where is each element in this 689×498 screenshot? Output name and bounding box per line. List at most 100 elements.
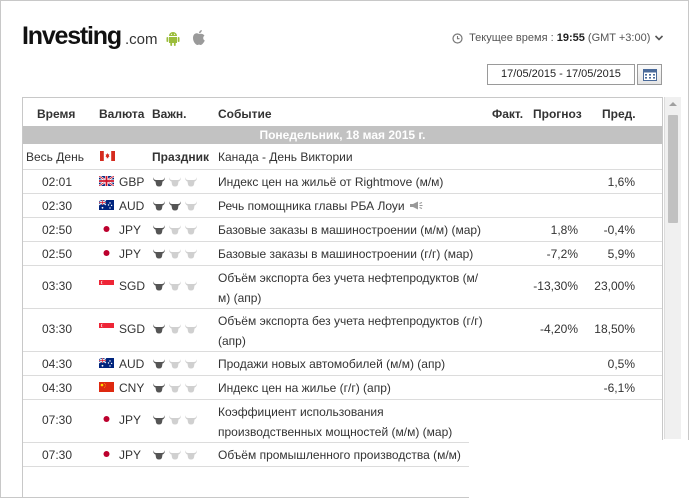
event-previous: 18,50%	[594, 322, 635, 336]
event-name[interactable]: Индекс цен на жилье (г/г) (апр)	[218, 378, 486, 398]
scrollbar-thumb[interactable]	[668, 115, 678, 223]
event-currency: GBP	[119, 175, 145, 189]
table-header: Время Валюта Важн. Событие Факт. Прогноз…	[23, 98, 662, 126]
event-time: Весь День	[26, 150, 84, 164]
event-previous: 1,6%	[607, 175, 635, 189]
column-event[interactable]: Событие	[218, 107, 272, 121]
time-label: Текущее время :	[469, 32, 554, 44]
bull-icon	[169, 201, 181, 211]
investing-logo[interactable]: Investing	[22, 22, 122, 51]
date-range-input[interactable]: 17/05/2015 - 17/05/2015	[487, 64, 635, 85]
event-previous: -0,4%	[603, 223, 635, 237]
bull-icon	[153, 281, 165, 291]
importance-rating	[152, 382, 200, 396]
column-forecast[interactable]: Прогноз	[533, 107, 582, 121]
bull-icon	[185, 359, 197, 369]
current-time-bar[interactable]: Текущее время : 19:55 (GMT +3:00)	[452, 32, 664, 44]
bull-icon	[169, 450, 181, 460]
event-time: 07:30	[41, 413, 72, 427]
column-time[interactable]: Время	[37, 107, 75, 121]
event-forecast: -4,20%	[539, 322, 578, 336]
bull-icon	[169, 359, 181, 369]
event-row[interactable]: 03:30 SGD Объём экспорта без учета нефтепр…	[23, 308, 662, 352]
event-name[interactable]: Речь помощника главы РБА Лоуи	[218, 196, 486, 216]
column-actual[interactable]: Факт.	[492, 107, 523, 121]
jp-flag-icon	[99, 248, 114, 258]
bull-icon	[153, 415, 165, 425]
bull-icon	[169, 225, 181, 235]
column-importance[interactable]: Важн.	[152, 107, 186, 121]
event-name[interactable]: Канада - День Виктории	[218, 147, 486, 167]
au-flag-icon	[99, 200, 114, 210]
sg-flag-icon	[99, 280, 114, 290]
event-previous: 23,00%	[594, 279, 635, 293]
event-name[interactable]: Базовые заказы в машиностроении (г/г) (м…	[218, 244, 486, 264]
event-forecast: -7,2%	[546, 247, 578, 261]
economic-calendar-table: Время Валюта Важн. Событие Факт. Прогноз…	[22, 97, 663, 498]
event-name[interactable]: Объём экспорта без учета нефтепродуктов …	[218, 268, 486, 308]
bull-icon	[153, 201, 165, 211]
event-name[interactable]: Объём экспорта без учета нефтепродуктов …	[218, 311, 486, 351]
sg-flag-icon	[99, 323, 114, 333]
event-row[interactable]: 04:30 CNY Индекс цен на жилье (г/г) (апр) -…	[23, 375, 662, 400]
bull-icon	[153, 249, 165, 259]
android-icon[interactable]	[166, 30, 180, 47]
importance-rating	[152, 224, 200, 238]
bull-icon	[169, 177, 181, 187]
importance-rating	[152, 248, 200, 262]
clock-icon	[452, 32, 463, 44]
event-row[interactable]: 07:30 JPY Коэффициент использования произв…	[23, 399, 662, 443]
event-row[interactable]: 03:30 SGD Объём экспорта без учета нефтепр…	[23, 265, 662, 309]
event-previous: -6,1%	[603, 381, 635, 395]
bull-icon	[185, 415, 197, 425]
jp-flag-icon	[99, 414, 114, 424]
day-header: Понедельник, 18 мая 2015 г.	[23, 126, 662, 144]
holiday-row[interactable]: Весь День Праздник Канада - День Виктории	[23, 144, 662, 170]
event-row[interactable]: 02:01 GBP Индекс цен на жильё от Rightmove…	[23, 169, 662, 194]
bull-icon	[153, 450, 165, 460]
event-currency: JPY	[119, 413, 142, 427]
event-time: 04:30	[41, 357, 72, 371]
event-row[interactable]: 02:50 JPY Базовые заказы в машиностроении …	[23, 241, 662, 266]
jp-flag-icon	[99, 224, 114, 234]
time-value: 19:55	[556, 32, 585, 44]
event-time: 02:50	[41, 247, 72, 261]
blank-overlay	[469, 440, 689, 498]
bull-icon	[185, 450, 197, 460]
event-name[interactable]: Базовые заказы в машиностроении (м/м) (м…	[218, 220, 486, 240]
column-previous[interactable]: Пред.	[602, 107, 636, 121]
event-row[interactable]: 04:30 AUD Продажи новых автомобилей (м/м) …	[23, 351, 662, 376]
bull-icon	[185, 324, 197, 334]
bull-icon	[169, 383, 181, 393]
event-currency: JPY	[119, 448, 142, 462]
event-currency: SGD	[119, 322, 146, 336]
bull-icon	[185, 249, 197, 259]
holiday-label: Праздник	[152, 150, 209, 164]
column-currency[interactable]: Валюта	[99, 107, 144, 121]
scrollbar[interactable]	[664, 97, 681, 439]
bull-icon	[153, 383, 165, 393]
event-time: 04:30	[41, 381, 72, 395]
importance-rating	[152, 280, 200, 294]
event-row[interactable]: 02:50 JPY Базовые заказы в машиностроении …	[23, 217, 662, 242]
importance-rating	[152, 358, 200, 372]
apple-icon[interactable]	[192, 29, 206, 46]
event-name[interactable]: Коэффициент использования производственн…	[218, 402, 486, 442]
event-name[interactable]: Индекс цен на жильё от Rightmove (м/м)	[218, 172, 486, 192]
calendar-button[interactable]	[637, 64, 662, 85]
event-currency: CNY	[119, 381, 145, 395]
chevron-down-icon[interactable]	[655, 35, 664, 41]
event-forecast: -13,30%	[533, 279, 578, 293]
event-row[interactable]: 02:30 AUD Речь помощника главы РБА Лоуи	[23, 193, 662, 218]
bull-icon	[185, 383, 197, 393]
jp-flag-icon	[99, 449, 114, 459]
cn-flag-icon	[99, 382, 114, 392]
event-time: 03:30	[41, 322, 72, 336]
bull-icon	[153, 359, 165, 369]
scroll-up-icon[interactable]	[668, 100, 678, 108]
event-name[interactable]: Объём промышленного производства (м/м)	[218, 445, 486, 465]
event-currency: JPY	[119, 247, 142, 261]
event-currency: SGD	[119, 279, 146, 293]
event-name[interactable]: Продажи новых автомобилей (м/м) (апр)	[218, 354, 486, 374]
event-time: 02:01	[41, 175, 72, 189]
